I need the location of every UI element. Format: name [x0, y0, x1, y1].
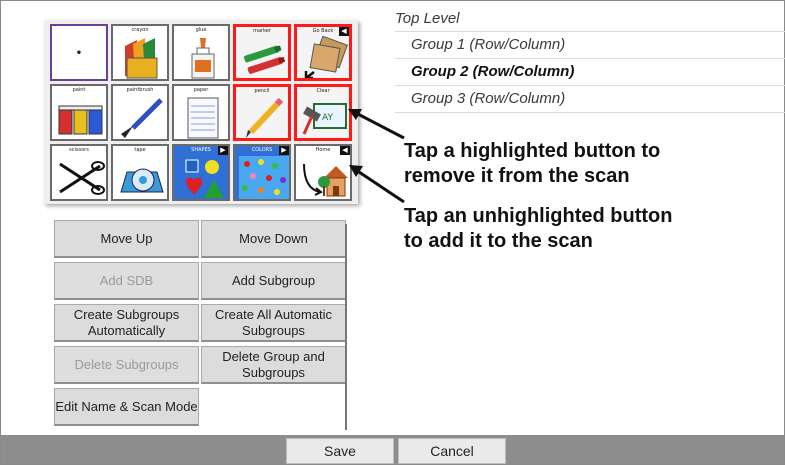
- cell-label: glue: [195, 27, 207, 33]
- annotation-remove-line2: remove it from the scan: [404, 165, 630, 187]
- create-subgroups-automatically-button[interactable]: Create Subgroups Automatically: [54, 304, 199, 342]
- grid-cell-glue[interactable]: glue: [172, 24, 230, 81]
- cell-label: crayon: [131, 27, 149, 33]
- colors-icon: [239, 156, 289, 199]
- crayon-icon: [125, 38, 158, 79]
- group-item-3[interactable]: Group 3 (Row/Column): [395, 86, 785, 113]
- grid-cell-marker[interactable]: marker: [233, 24, 291, 81]
- grid-cell-blank[interactable]: •: [50, 24, 108, 81]
- shapes-icon: [185, 159, 224, 198]
- grid-cell-colors[interactable]: ▶ COLORS: [233, 144, 291, 201]
- cell-label: paper: [193, 87, 209, 93]
- annotation-remove: Tap a highlighted button to remove it fr…: [404, 139, 660, 189]
- cell-label: paint: [72, 87, 86, 93]
- annotation-remove-line1: Tap a highlighted button to: [404, 140, 661, 162]
- command-panel: Move Up Move Down Add SDB Add Subgroup C…: [54, 220, 347, 430]
- annotation-add-line2: to add it to the scan: [404, 230, 593, 252]
- group-top-level[interactable]: Top Level: [395, 8, 785, 32]
- cell-label: Go Back: [312, 28, 334, 34]
- cell-label: pencil: [254, 88, 270, 94]
- tape-icon: [120, 168, 164, 193]
- delete-subgroups-button[interactable]: Delete Subgroups: [54, 346, 199, 384]
- grid-cell-pencil[interactable]: pencil: [233, 84, 291, 141]
- cell-label: Clear: [316, 88, 330, 94]
- panel-divider: [345, 224, 347, 430]
- grid-cell-paintbrush[interactable]: paintbrush: [111, 84, 169, 141]
- grid-cell-scissors[interactable]: scissors: [50, 144, 108, 201]
- delete-group-and-subgroups-button[interactable]: Delete Group and Subgroups: [201, 346, 346, 384]
- add-sdb-button[interactable]: Add SDB: [54, 262, 199, 300]
- glue-icon: [191, 38, 215, 79]
- grid-cell-tape[interactable]: tape: [111, 144, 169, 201]
- symbol-grid: • crayon glue marker ◀ Go Back paint pai…: [44, 20, 358, 204]
- grid-cell-crayon[interactable]: crayon: [111, 24, 169, 81]
- annotation-add-line1: Tap an unhighlighted button: [404, 205, 673, 227]
- pencil-icon: [246, 97, 284, 138]
- annotation-arrows: [348, 109, 405, 204]
- scissors-icon: [59, 161, 105, 195]
- cell-label: tape: [134, 147, 146, 153]
- grid-cell-shapes[interactable]: ▶ SHAPES: [172, 144, 230, 201]
- go-back-icon: [304, 36, 348, 78]
- cell-label: COLORS: [251, 147, 273, 153]
- move-up-button[interactable]: Move Up: [54, 220, 199, 258]
- save-button[interactable]: Save: [286, 438, 394, 464]
- group-item-2-selected[interactable]: Group 2 (Row/Column): [395, 59, 785, 86]
- cell-label: scissors: [69, 147, 89, 153]
- group-item-1[interactable]: Group 1 (Row/Column): [395, 32, 785, 59]
- cell-label: •: [75, 48, 83, 59]
- svg-text:AY: AY: [322, 113, 333, 123]
- cell-label: paintbrush: [126, 87, 154, 93]
- grid-cell-paper[interactable]: paper: [172, 84, 230, 141]
- paint-icon: [58, 105, 103, 135]
- bottom-action-bar: Save Cancel: [1, 435, 784, 464]
- grid-cell-go-back[interactable]: ◀ Go Back: [294, 24, 352, 81]
- annotation-add: Tap an unhighlighted button to add it to…: [404, 204, 672, 254]
- add-subgroup-button[interactable]: Add Subgroup: [201, 262, 346, 300]
- grid-cell-paint[interactable]: paint: [50, 84, 108, 141]
- create-all-automatic-subgroups-button[interactable]: Create All Automatic Subgroups: [201, 304, 346, 342]
- cell-label: SHAPES: [191, 147, 211, 153]
- group-list: Top Level Group 1 (Row/Column) Group 2 (…: [395, 8, 785, 113]
- move-down-button[interactable]: Move Down: [201, 220, 346, 258]
- marker-icon: [243, 45, 286, 74]
- edit-name-scan-mode-button[interactable]: Edit Name & Scan Mode: [54, 388, 199, 426]
- cancel-button[interactable]: Cancel: [398, 438, 506, 464]
- paper-icon: [187, 97, 219, 139]
- paintbrush-icon: [121, 98, 163, 138]
- cell-label: marker: [253, 28, 271, 34]
